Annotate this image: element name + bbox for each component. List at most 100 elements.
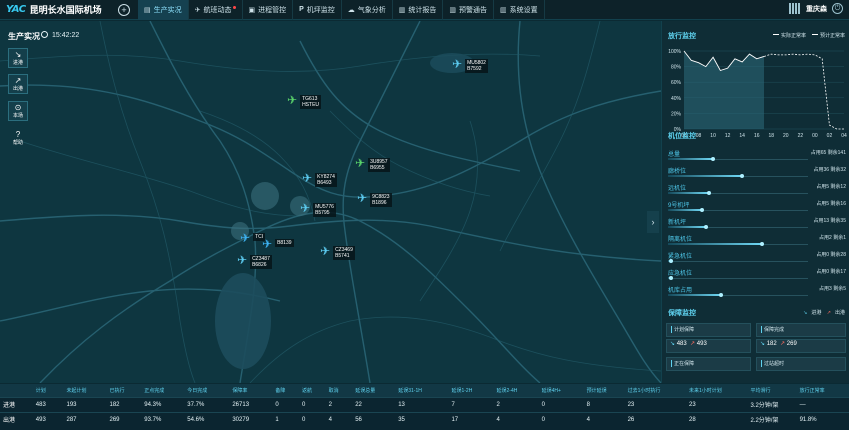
box-title: 正在保障: [671, 360, 694, 367]
table-cell: 2: [325, 396, 353, 412]
nav-item-weather[interactable]: ☁ 气象分析: [342, 0, 393, 20]
table-cell: 26: [624, 411, 686, 427]
table-cell: 26713: [229, 396, 273, 412]
table-cell: 13: [395, 396, 449, 412]
y-tick-label: 20%: [671, 111, 682, 117]
stand-bar-track: [668, 293, 808, 297]
stand-row[interactable]: 总量 占用65 剩余141: [668, 149, 846, 165]
table-row[interactable]: 出港 493 287 269 93.7% 54.6% 30279 1 0 4 56 35 17 4 0 4 26…: [0, 411, 849, 427]
departures-button[interactable]: ↗ 出港: [8, 74, 28, 94]
arrow-out-icon: ↗: [690, 341, 696, 347]
table-cell: 0: [298, 396, 326, 412]
table-row[interactable]: 进港 483 193 182 94.3% 37.7% 26713 0 0 2 22 13 7 2 0 8 23 2…: [0, 396, 849, 412]
nav-item-settings[interactable]: ▥ 系统设置: [494, 0, 545, 20]
row-header: 进港: [0, 396, 33, 412]
planned-out: 493: [696, 341, 707, 347]
stand-row[interactable]: 应急机位 占用0 剩余17: [668, 268, 846, 284]
table-cell: 22: [352, 396, 396, 412]
guarantee-box-title[interactable]: 保障完成: [756, 323, 846, 337]
guarantee-box-overtime[interactable]: 过站超时: [756, 357, 846, 371]
stand-name: 机库占用: [668, 288, 693, 294]
flight-label: 3U8957 B6955: [368, 158, 390, 172]
nav-item-flight-dynamics[interactable]: ✈ 航班动态: [189, 0, 243, 20]
aircraft-reg: B1896: [372, 200, 387, 206]
aircraft-reg: B5795: [315, 210, 330, 216]
stats-table: 计划 未起计划 已执行 正点完成 今日完成 保障率 备降 返航 取消 延误总量 延误31-1H 延误1…: [0, 384, 849, 430]
stand-row[interactable]: 9号机坪 占用5 剩余16: [668, 200, 846, 216]
chart-legend: 实际正常率 预计正常率: [767, 32, 845, 39]
aircraft-reg: B5741: [335, 253, 350, 259]
column-header: 放行正常率: [796, 384, 849, 397]
stand-occupancy: 占用5 剩余16: [816, 201, 846, 207]
table-cell: 37.7%: [184, 396, 230, 412]
table-cell: 0: [538, 411, 584, 427]
nav-item-apron-monitor[interactable]: P 机坪监控: [293, 0, 342, 20]
punctuality-title: 放行监控: [668, 33, 696, 40]
flight-marker[interactable]: ✈ B8139: [262, 238, 294, 250]
stand-name: 廊桥位: [668, 169, 687, 175]
nav-label: 系统设置: [509, 6, 538, 14]
plus-circle-icon[interactable]: +: [118, 3, 130, 16]
table-cell: 4: [325, 411, 353, 427]
stand-row[interactable]: 新机坪 占用13 剩余35: [668, 217, 846, 233]
table-cell: 56: [352, 411, 396, 427]
done-in: 182: [766, 341, 777, 347]
column-header: 延误1-2H: [448, 384, 494, 397]
airport-logo[interactable]: YAC 昆明长水国际机场: [0, 3, 118, 16]
flight-marker[interactable]: ✈ TG613 HSTEU: [287, 93, 322, 109]
guarantee-box-title[interactable]: 计划保障: [666, 323, 751, 337]
table-cell: 91.8%: [796, 411, 849, 427]
arrivals-button[interactable]: ↘ 进港: [8, 48, 28, 68]
flight-marker[interactable]: ✈ 3U8957 B6955: [355, 157, 390, 172]
flight-marker[interactable]: ✈ KY8274 B6493: [302, 172, 337, 187]
user-area: 重庆森 ⏻: [789, 3, 843, 14]
stand-row[interactable]: 紧急机位 占用0 剩余28: [668, 251, 846, 267]
flight-marker[interactable]: ✈ MU5802 B7592: [452, 58, 488, 73]
aircraft-reg: B6493: [317, 180, 332, 186]
stand-row[interactable]: 机库占用 占用3 剩余5: [668, 285, 846, 301]
stand-row[interactable]: 隔离机位 占用2 剩余1: [668, 234, 846, 250]
stand-row[interactable]: 远机位 占用5 剩余12: [668, 183, 846, 199]
nav-label: 生产实况: [153, 6, 182, 14]
home-airport-button[interactable]: ⊙ 本场: [8, 101, 28, 121]
airport-name: 昆明长水国际机场: [29, 5, 102, 15]
arrow-in-icon: ↘: [803, 310, 808, 316]
column-header: 计划: [32, 384, 64, 397]
user-name[interactable]: 重庆森: [806, 4, 827, 14]
table-cell: 1: [272, 411, 299, 427]
aircraft-reg: B6826: [252, 262, 267, 268]
logout-icon[interactable]: ⏻: [832, 3, 843, 14]
box-title: 保障完成: [761, 326, 784, 333]
stand-bar-track: [668, 157, 808, 161]
aircraft-reg: HSTEU: [302, 102, 320, 108]
table-cell: 269: [106, 411, 142, 427]
y-tick-label: 80%: [671, 65, 682, 71]
collapse-panel-button[interactable]: ›: [647, 211, 659, 233]
stand-occupancy: 占用0 剩余28: [816, 252, 846, 258]
x-tick-label: 04: [841, 133, 847, 139]
y-tick-label: 40%: [671, 96, 682, 102]
nav-item-alerts[interactable]: ▥ 预警通告: [443, 0, 495, 20]
flight-marker[interactable]: ✈ CZ3469 B5741: [320, 245, 355, 260]
map-clock: 15:42:22: [41, 31, 79, 39]
plane-icon: ✈: [287, 93, 298, 107]
nav-item-production[interactable]: ▤ 生产实况: [138, 0, 189, 20]
stand-row[interactable]: 廊桥位 占用36 剩余32: [668, 166, 846, 182]
cloud-icon: ☁: [347, 6, 355, 14]
top-bar: YAC 昆明长水国际机场 + ▤ 生产实况 ✈ 航班动态 ▣ 进程管控 P 机坪监控 ☁…: [0, 0, 849, 20]
map-view[interactable]: 生产实况 15:42:22 ↘ 进港 ↗ 出港 ⊙ 本场 ? 帮助 ✈ TG613 HSTE…: [0, 21, 661, 383]
flight-marker[interactable]: ✈ MU5776 B5795: [300, 202, 336, 217]
nav-label: 机坪监控: [306, 6, 335, 14]
guarantee-box-in-progress[interactable]: 正在保障: [666, 357, 751, 371]
x-tick-label: 14: [739, 133, 745, 139]
guarantee-box-done[interactable]: ↘ 182 ↗ 269: [756, 339, 846, 353]
guarantee-box-planned[interactable]: ↘ 483 ↗ 493: [666, 339, 751, 353]
table-cell: 23: [686, 396, 748, 412]
nav-item-reports[interactable]: ▥ 统计报告: [393, 0, 444, 20]
x-tick-label: 20: [783, 133, 789, 139]
qr-code-icon[interactable]: [789, 3, 800, 14]
help-button[interactable]: ? 帮助: [8, 128, 28, 148]
nav-item-process-control[interactable]: ▣ 进程管控: [243, 0, 294, 20]
flight-marker[interactable]: ✈ 9C8823 B1896: [357, 192, 392, 207]
flight-marker[interactable]: ✈ CZ3487 B6826: [237, 254, 272, 269]
